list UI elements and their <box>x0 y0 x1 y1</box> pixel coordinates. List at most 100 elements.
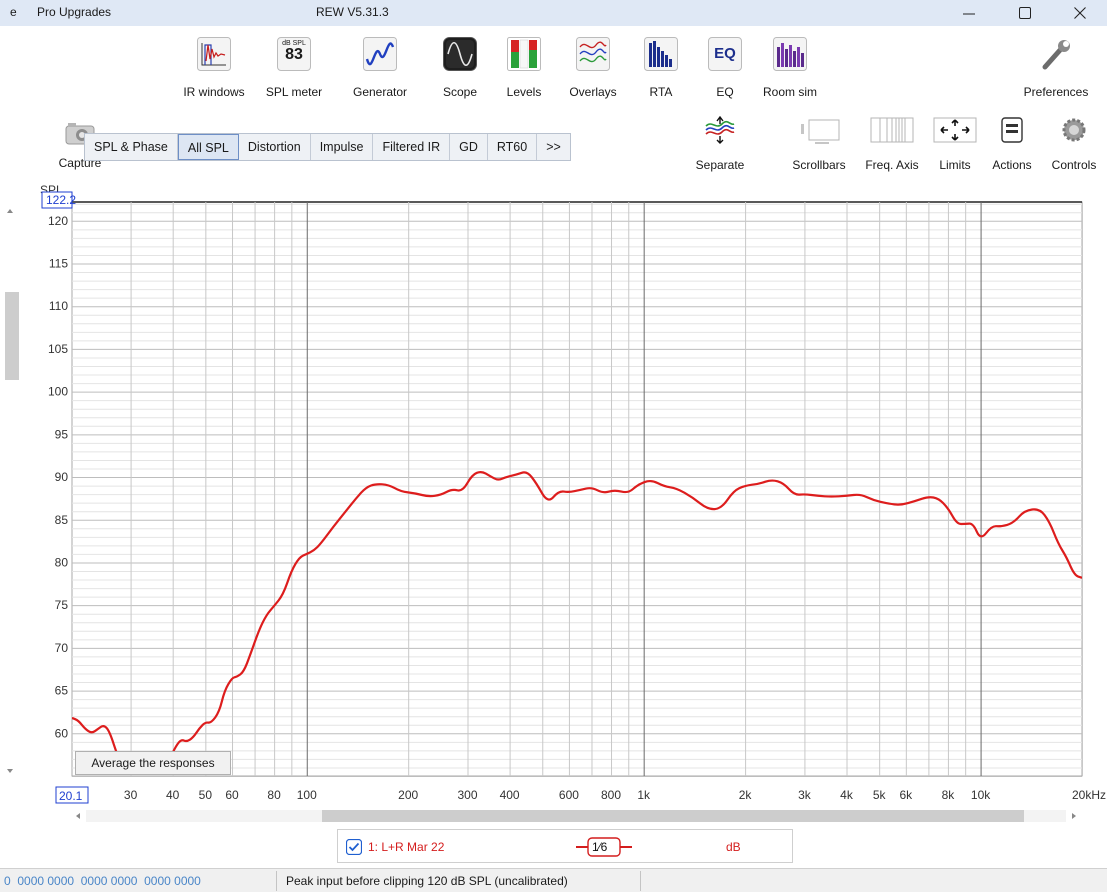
gear-icon <box>1062 118 1086 142</box>
room-sim-icon <box>773 37 807 71</box>
wrench-icon <box>1042 40 1070 70</box>
actions-button[interactable]: Actions <box>984 116 1040 178</box>
x-tick-label: 100 <box>297 788 317 802</box>
overlays-icon <box>576 37 610 71</box>
toolbar-label: Levels <box>506 85 542 99</box>
x-tick-label: 5k <box>873 788 887 802</box>
toolbar-label: RTA <box>649 85 673 99</box>
rew-window: e Pro Upgrades REW V5.31.3 IR windows dB… <box>0 0 1107 892</box>
toolbar-ir-windows[interactable]: IR windows <box>170 37 258 101</box>
legend-series-label[interactable]: 1: L+R Mar 22 <box>368 840 444 854</box>
y-top-value: 122.2 <box>46 193 76 207</box>
x-axis-ticks: 30 40 50 60 80 100 200 300 400 600 800 1k 2k 3k 4k 5k 6k… <box>124 788 1106 802</box>
menu-pro-upgrades[interactable]: Pro Upgrades <box>37 5 111 19</box>
toolbar-preferences[interactable]: Preferences <box>1012 37 1100 101</box>
scroll-left-icon <box>76 813 80 819</box>
average-responses-button[interactable]: Average the responses <box>75 751 231 775</box>
tab-gd[interactable]: GD <box>450 134 488 160</box>
smoothing-value[interactable]: 1⁄6 <box>592 840 607 854</box>
levels-icon <box>507 37 541 71</box>
tab-filtered-ir[interactable]: Filtered IR <box>373 134 451 160</box>
title-bar: e Pro Upgrades REW V5.31.3 <box>0 0 1107 26</box>
tab-spl-phase[interactable]: SPL & Phase <box>85 134 178 160</box>
horizontal-scrollbar[interactable] <box>72 808 1080 824</box>
legend-panel: 1: L+R Mar 22 1⁄6 dB <box>337 829 793 863</box>
tab-rt60[interactable]: RT60 <box>487 134 538 160</box>
y-tick-label: 80 <box>55 555 69 569</box>
close-icon <box>1074 7 1086 19</box>
x-tick-label: 10k <box>971 788 991 802</box>
toolbar-label: SPL meter <box>265 85 323 99</box>
status-divider <box>276 871 277 891</box>
actions-label: Actions <box>992 158 1032 172</box>
toolbar-scope[interactable]: Scope <box>430 37 490 101</box>
minimize-icon <box>963 13 975 15</box>
controls-button[interactable]: Controls <box>1042 116 1106 178</box>
toolbar-generator[interactable]: Generator <box>340 37 420 101</box>
x-tick-label: 300 <box>457 788 477 802</box>
maximize-button[interactable] <box>1003 0 1047 26</box>
tab-impulse[interactable]: Impulse <box>310 134 374 160</box>
toolbar-levels[interactable]: Levels <box>496 37 552 101</box>
toolbar-overlays[interactable]: Overlays <box>558 37 628 101</box>
freq-axis-button[interactable]: Freq. Axis <box>856 116 928 178</box>
toolbar-label: Overlays <box>569 85 617 99</box>
y-tick-label: 65 <box>55 684 69 698</box>
toolbar-label: Scope <box>442 85 478 99</box>
x-tick-label: 1k <box>637 788 651 802</box>
y-tick-label: 85 <box>55 513 69 527</box>
toolbar-spl-meter[interactable]: dB SPL 83 SPL meter <box>258 37 330 101</box>
graph-tabs: SPL & Phase All SPL Distortion Impulse F… <box>84 133 571 161</box>
y-tick-label: 110 <box>49 299 68 313</box>
tab-distortion[interactable]: Distortion <box>238 134 311 160</box>
graph-grid <box>71 201 1083 777</box>
close-button[interactable] <box>1058 0 1102 26</box>
toolbar-rta[interactable]: RTA <box>636 37 686 101</box>
x-tick-label: 30 <box>124 788 138 802</box>
x-left-value: 20.1 <box>59 789 83 803</box>
freq-axis-icon <box>870 117 914 143</box>
x-tick-label: 600 <box>559 788 579 802</box>
scrollbars-label: Scrollbars <box>792 158 846 172</box>
limits-button[interactable]: Limits <box>930 116 980 178</box>
y-tick-label: 60 <box>55 726 69 740</box>
toolbar-label: Preferences <box>1023 85 1089 99</box>
x-tick-label: 20kHz <box>1072 788 1106 802</box>
y-tick-label: 75 <box>55 598 69 612</box>
status-divider <box>640 871 641 891</box>
spl-graph[interactable]: 120 115 110 105 100 95 90 85 80 75 70 65 60 30 40 50 60… <box>0 180 1107 820</box>
legend-unit: dB <box>726 840 741 854</box>
x-tick-label: 200 <box>398 788 418 802</box>
y-axis-ticks: 120 115 110 105 100 95 90 85 80 75 70 65 60 <box>48 214 68 741</box>
toolbar-room-sim[interactable]: Room sim <box>752 37 828 101</box>
scrollbars-button[interactable]: Scrollbars <box>782 116 856 178</box>
y-tick-label: 105 <box>48 342 68 356</box>
menu-file-partial[interactable]: e <box>10 5 17 19</box>
tab-more[interactable]: >> <box>537 134 570 160</box>
toolbar-label: IR windows <box>183 85 245 99</box>
y-tick-label: 115 <box>49 257 68 271</box>
x-tick-label: 50 <box>199 788 213 802</box>
status-message: Peak input before clipping 120 dB SPL (u… <box>286 874 568 888</box>
x-tick-label: 60 <box>225 788 239 802</box>
checkbox-checked-icon[interactable] <box>346 839 362 855</box>
minimize-button[interactable] <box>947 0 991 26</box>
status-bar: 0 0000 0000 0000 0000 0000 0000 Peak inp… <box>0 868 1107 892</box>
x-tick-label: 800 <box>601 788 621 802</box>
rta-icon <box>644 37 678 71</box>
x-tick-label: 40 <box>166 788 180 802</box>
sine-wave-icon <box>363 37 397 71</box>
window-title: REW V5.31.3 <box>316 5 389 19</box>
tab-all-spl[interactable]: All SPL <box>177 134 239 160</box>
maximize-icon <box>1019 7 1031 19</box>
y-tick-label: 95 <box>55 427 69 441</box>
separate-label: Separate <box>695 158 745 172</box>
y-tick-label: 70 <box>55 641 69 655</box>
plot-area <box>71 201 1083 777</box>
hscroll-arrows <box>76 813 1076 819</box>
separate-button[interactable]: Separate <box>686 116 754 178</box>
x-tick-label: 3k <box>798 788 812 802</box>
eq-icon: EQ <box>708 37 742 71</box>
toolbar-eq[interactable]: EQ EQ <box>704 37 746 101</box>
scope-icon <box>443 37 477 71</box>
